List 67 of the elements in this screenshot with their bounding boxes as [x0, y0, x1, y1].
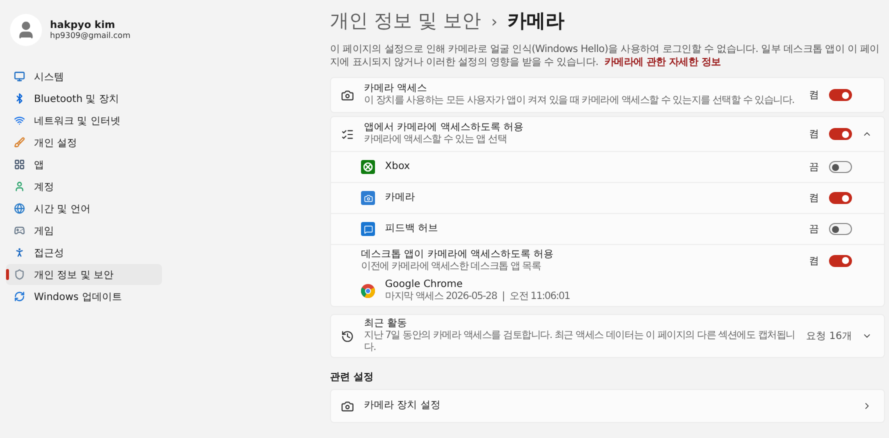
feedback-icon [361, 222, 375, 236]
toggle-switch[interactable] [829, 161, 852, 173]
toggle-switch[interactable] [829, 89, 852, 101]
history-icon [341, 330, 354, 342]
camera-icon [341, 88, 354, 102]
nav-item[interactable]: 앱 [6, 154, 162, 175]
nav-item[interactable]: Bluetooth 및 장치 [6, 88, 162, 109]
app-name: Xbox [385, 161, 411, 173]
list-icon [341, 128, 354, 140]
bluetooth-icon [14, 93, 25, 104]
settings-card[interactable]: 카메라 장치 설정 [330, 389, 885, 423]
last-access-text: 마지막 액세스 2026-05-28 | 오전 11:06:01 [385, 291, 571, 303]
nav-item[interactable]: Windows 업데이트 [6, 286, 162, 307]
toggle-state-label: 끔 [809, 161, 819, 174]
nav-item[interactable]: 시스템 [6, 66, 162, 87]
setting-subtitle: 이 장치를 사용하는 모든 사용자가 앱이 켜져 있을 때 카메라에 액세스할 수 있는지를 선택할 수 있습니다. [364, 95, 796, 107]
update-icon [14, 291, 25, 302]
camera-icon [341, 400, 354, 412]
nav-item[interactable]: 개인 정보 및 보안 [6, 264, 162, 285]
page-title: 카메라 [508, 9, 565, 34]
toggle-switch[interactable] [829, 192, 852, 204]
setting-title: 앱에서 카메라에 액세스하도록 허용 [364, 122, 525, 134]
toggle-state-label: 끔 [809, 223, 819, 236]
app-name: 카메라 [385, 192, 416, 204]
setting-title: 카메라 액세스 [364, 83, 428, 95]
setting-title: 데스크톱 앱이 카메라에 액세스하도록 허용 [361, 248, 555, 260]
nav-item[interactable]: 게임 [6, 220, 162, 241]
toggle-switch[interactable] [829, 223, 852, 235]
section-heading: 관련 설정 [330, 371, 374, 384]
user-email: hp9309@gmail.com [50, 31, 130, 40]
setting-title: 카메라 장치 설정 [364, 400, 442, 412]
accessibility-icon [14, 247, 25, 258]
apps-icon [14, 159, 25, 170]
setting-subtitle: 카메라에 액세스할 수 있는 앱 선택 [364, 134, 508, 146]
gamepad-icon [14, 225, 25, 236]
breadcrumb-separator: › [491, 12, 498, 31]
nav-item[interactable]: 시간 및 언어 [6, 198, 162, 219]
xbox-icon [361, 160, 375, 174]
toggle-state-label: 켬 [809, 128, 819, 141]
monitor-icon [14, 71, 25, 82]
camera-info-link[interactable]: 카메라에 관한 자세한 정보 [604, 57, 721, 68]
app-name: Google Chrome [385, 279, 464, 291]
toggle-state-label: 켬 [809, 254, 819, 268]
user-name: hakpyo kim [50, 20, 116, 31]
wifi-icon [14, 115, 25, 126]
app-name: 피드백 허브 [385, 223, 440, 235]
chrome-icon [361, 284, 375, 298]
toggle-state-label: 켬 [809, 89, 819, 102]
breadcrumb-parent[interactable]: 개인 정보 및 보안 [330, 8, 482, 34]
toggle-state-label: 켬 [809, 192, 819, 205]
toggle-switch[interactable] [829, 254, 852, 266]
setting-subtitle: 이전에 카메라에 액세스한 데스크톱 앱 목록 [361, 260, 542, 272]
setting-subtitle: 지난 7일 동안의 카메라 액세스를 검토합니다. 최근 액세스 데이터는 이 페이지의 다른 섹션에도 캡처됩니다. [364, 330, 796, 354]
person-icon [14, 181, 25, 192]
description-text: 이 페이지의 설정으로 인해 카메라로 얼굴 인식(Windows Hello)을 사용하여 로그인할 수 없습니다. 일부 데스크톱 앱이 이 페이지에 표시되지 않거나 이러한 설정의 영향을 받을 수 있습니다. 카메라에 관한 자세한 정보 [330, 43, 880, 69]
setting-title: 최근 활동 [364, 318, 408, 330]
nav-item[interactable]: 접근성 [6, 242, 162, 263]
nav-item[interactable]: 개인 설정 [6, 132, 162, 153]
globe-icon [14, 203, 25, 214]
shield-icon [14, 269, 25, 280]
nav-item[interactable]: 네트워크 및 인터넷 [6, 110, 162, 131]
toggle-switch[interactable] [829, 128, 852, 140]
nav-item[interactable]: 계정 [6, 176, 162, 197]
camera-app-icon [361, 191, 375, 205]
avatar [10, 14, 42, 46]
brush-icon [14, 137, 25, 148]
request-count: 요청 16개 [806, 330, 852, 343]
